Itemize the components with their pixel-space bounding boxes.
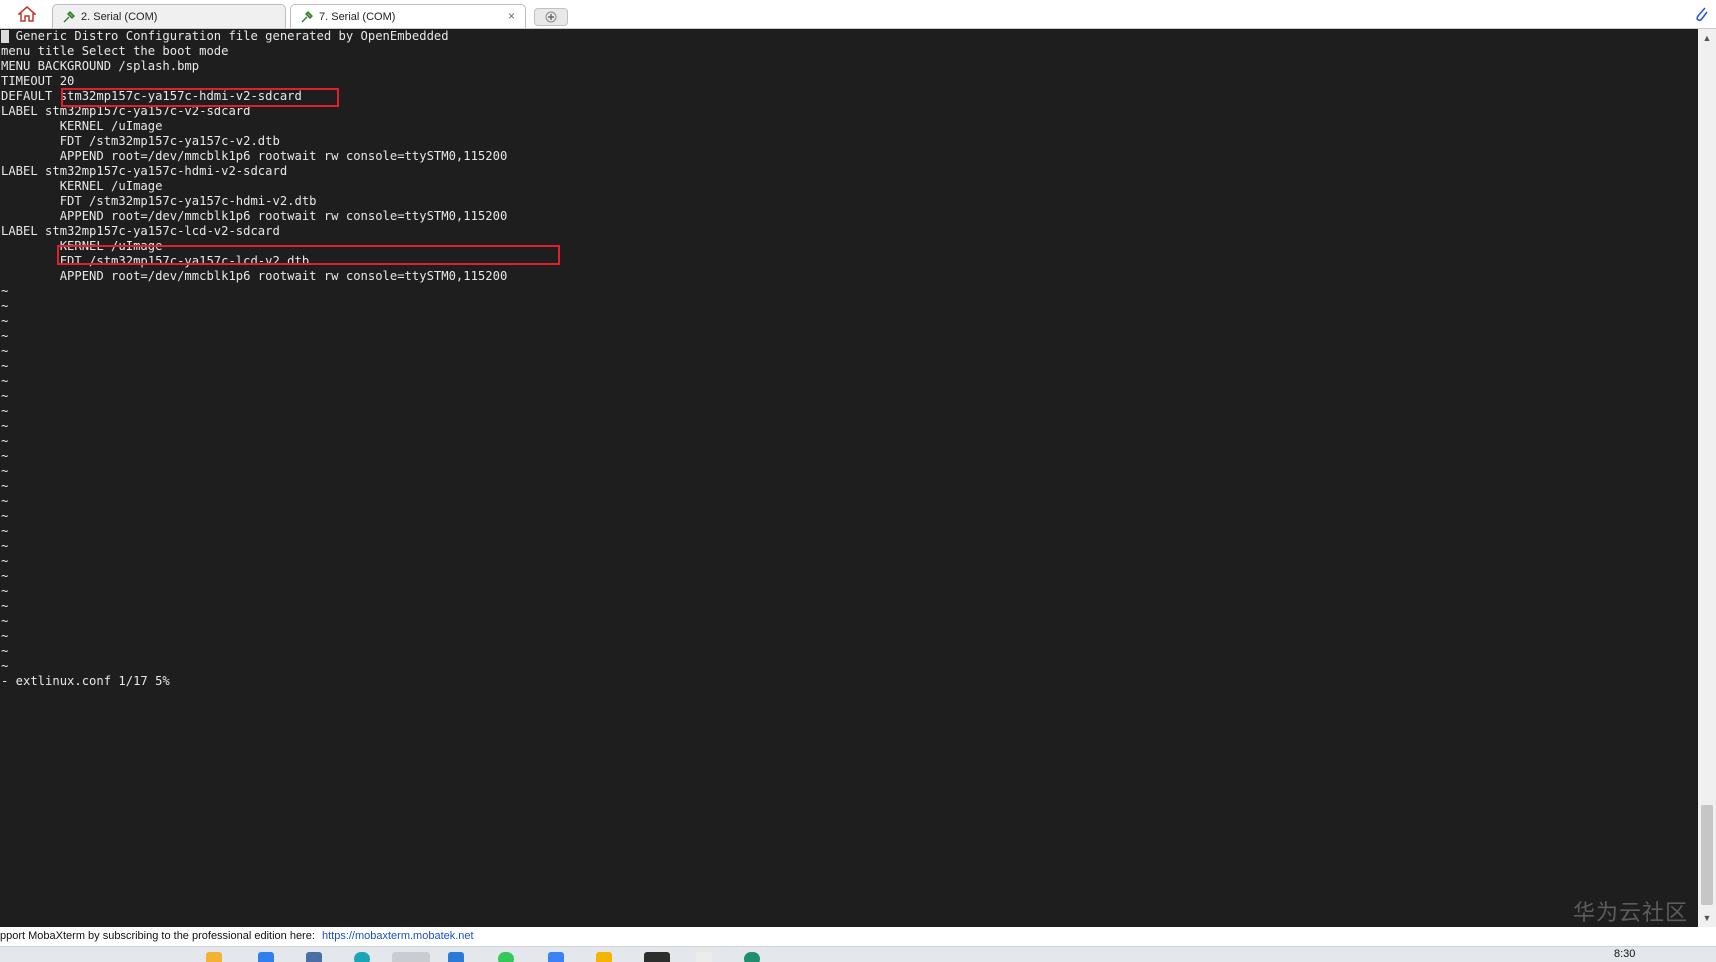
- terminal-line: ~: [1, 569, 9, 583]
- new-tab-button[interactable]: [534, 8, 568, 26]
- terminal-line: ~: [1, 284, 9, 298]
- terminal-line: ~: [1, 419, 9, 433]
- serial-plug-icon: [63, 10, 75, 22]
- terminal-line: ~: [1, 539, 9, 553]
- terminal-line: ~: [1, 449, 9, 463]
- terminal-line: LABEL stm32mp157c-ya157c-hdmi-v2-sdcard: [1, 164, 288, 178]
- terminal-scrollbar[interactable]: ▲ ▼: [1698, 29, 1716, 927]
- attachment-icon[interactable]: [1692, 4, 1710, 24]
- terminal-line: ~: [1, 524, 9, 538]
- scroll-up-icon[interactable]: ▲: [1698, 29, 1716, 47]
- terminal-line: ~: [1, 494, 9, 508]
- terminal-line: ~: [1, 629, 9, 643]
- terminal-line: ~: [1, 314, 9, 328]
- watermark: 华为云社区: [1572, 901, 1688, 926]
- terminal-line: TIMEOUT 20: [1, 74, 75, 88]
- terminal-line: ~: [1, 644, 9, 658]
- terminal-line: ~: [1, 359, 9, 373]
- terminal-line: ~: [1, 614, 9, 628]
- terminal-line: ~: [1, 374, 9, 388]
- terminal-line: KERNEL /uImage: [1, 179, 163, 193]
- terminal-line: KERNEL /uImage: [1, 119, 163, 133]
- terminal-line: APPEND root=/dev/mmcblk1p6 rootwait rw c…: [1, 149, 508, 163]
- tab-label: 7. Serial (COM): [319, 10, 396, 23]
- terminal-output: Generic Distro Configuration file genera…: [1, 29, 507, 689]
- terminal-line: ~: [1, 599, 9, 613]
- terminal-line: APPEND root=/dev/mmcblk1p6 rootwait rw c…: [1, 269, 508, 283]
- terminal-line: ~: [1, 404, 9, 418]
- terminal-line: MENU BACKGROUND /splash.bmp: [1, 59, 200, 73]
- home-icon: [18, 6, 36, 22]
- terminal-line: menu title Select the boot mode: [1, 44, 229, 58]
- terminal-line: ~: [1, 509, 9, 523]
- highlight-default-entry: [61, 88, 339, 107]
- terminal-line: ~: [1, 344, 9, 358]
- scroll-down-icon[interactable]: ▼: [1698, 909, 1716, 927]
- status-message: pport MobaXterm by subscribing to the pr…: [0, 930, 315, 942]
- serial-plug-icon: [301, 10, 313, 22]
- highlight-append-line: [57, 245, 560, 265]
- terminal-line: ~: [1, 299, 9, 313]
- tab-serial-2[interactable]: 2. Serial (COM): [52, 4, 286, 28]
- status-bar: pport MobaXterm by subscribing to the pr…: [0, 927, 1716, 946]
- terminal-line: ~: [1, 434, 9, 448]
- tab-serial-7[interactable]: 7. Serial (COM) ×: [290, 4, 526, 28]
- clock: 8:30: [1614, 948, 1636, 960]
- terminal-line: FDT /stm32mp157c-ya157c-hdmi-v2.dtb: [1, 194, 317, 208]
- terminal-line: Generic Distro Configuration file genera…: [1, 29, 449, 43]
- tab-label: 2. Serial (COM): [81, 10, 158, 23]
- terminal-area[interactable]: Generic Distro Configuration file genera…: [0, 29, 1698, 927]
- terminal-line: LABEL stm32mp157c-ya157c-lcd-v2-sdcard: [1, 224, 280, 238]
- terminal-line: ~: [1, 554, 9, 568]
- scrollbar-thumb[interactable]: [1701, 805, 1713, 905]
- terminal-line: APPEND root=/dev/mmcblk1p6 rootwait rw c…: [1, 209, 508, 223]
- home-button[interactable]: [14, 4, 40, 24]
- terminal-line: ~: [1, 329, 9, 343]
- terminal-line: - extlinux.conf 1/17 5%: [1, 674, 170, 688]
- tab-bar: 2. Serial (COM) 7. Serial (COM) ×: [0, 0, 1716, 29]
- terminal-line: ~: [1, 479, 9, 493]
- taskbar: 8:30: [0, 946, 1716, 962]
- plus-icon: [545, 11, 557, 23]
- close-tab-button[interactable]: ×: [508, 9, 515, 23]
- terminal-line: ~: [1, 464, 9, 478]
- terminal-line: FDT /stm32mp157c-ya157c-v2.dtb: [1, 134, 280, 148]
- terminal-line: ~: [1, 389, 9, 403]
- terminal-line: ~: [1, 659, 9, 673]
- mobaxterm-link[interactable]: https://mobaxterm.mobatek.net: [322, 930, 474, 942]
- terminal-line: ~: [1, 584, 9, 598]
